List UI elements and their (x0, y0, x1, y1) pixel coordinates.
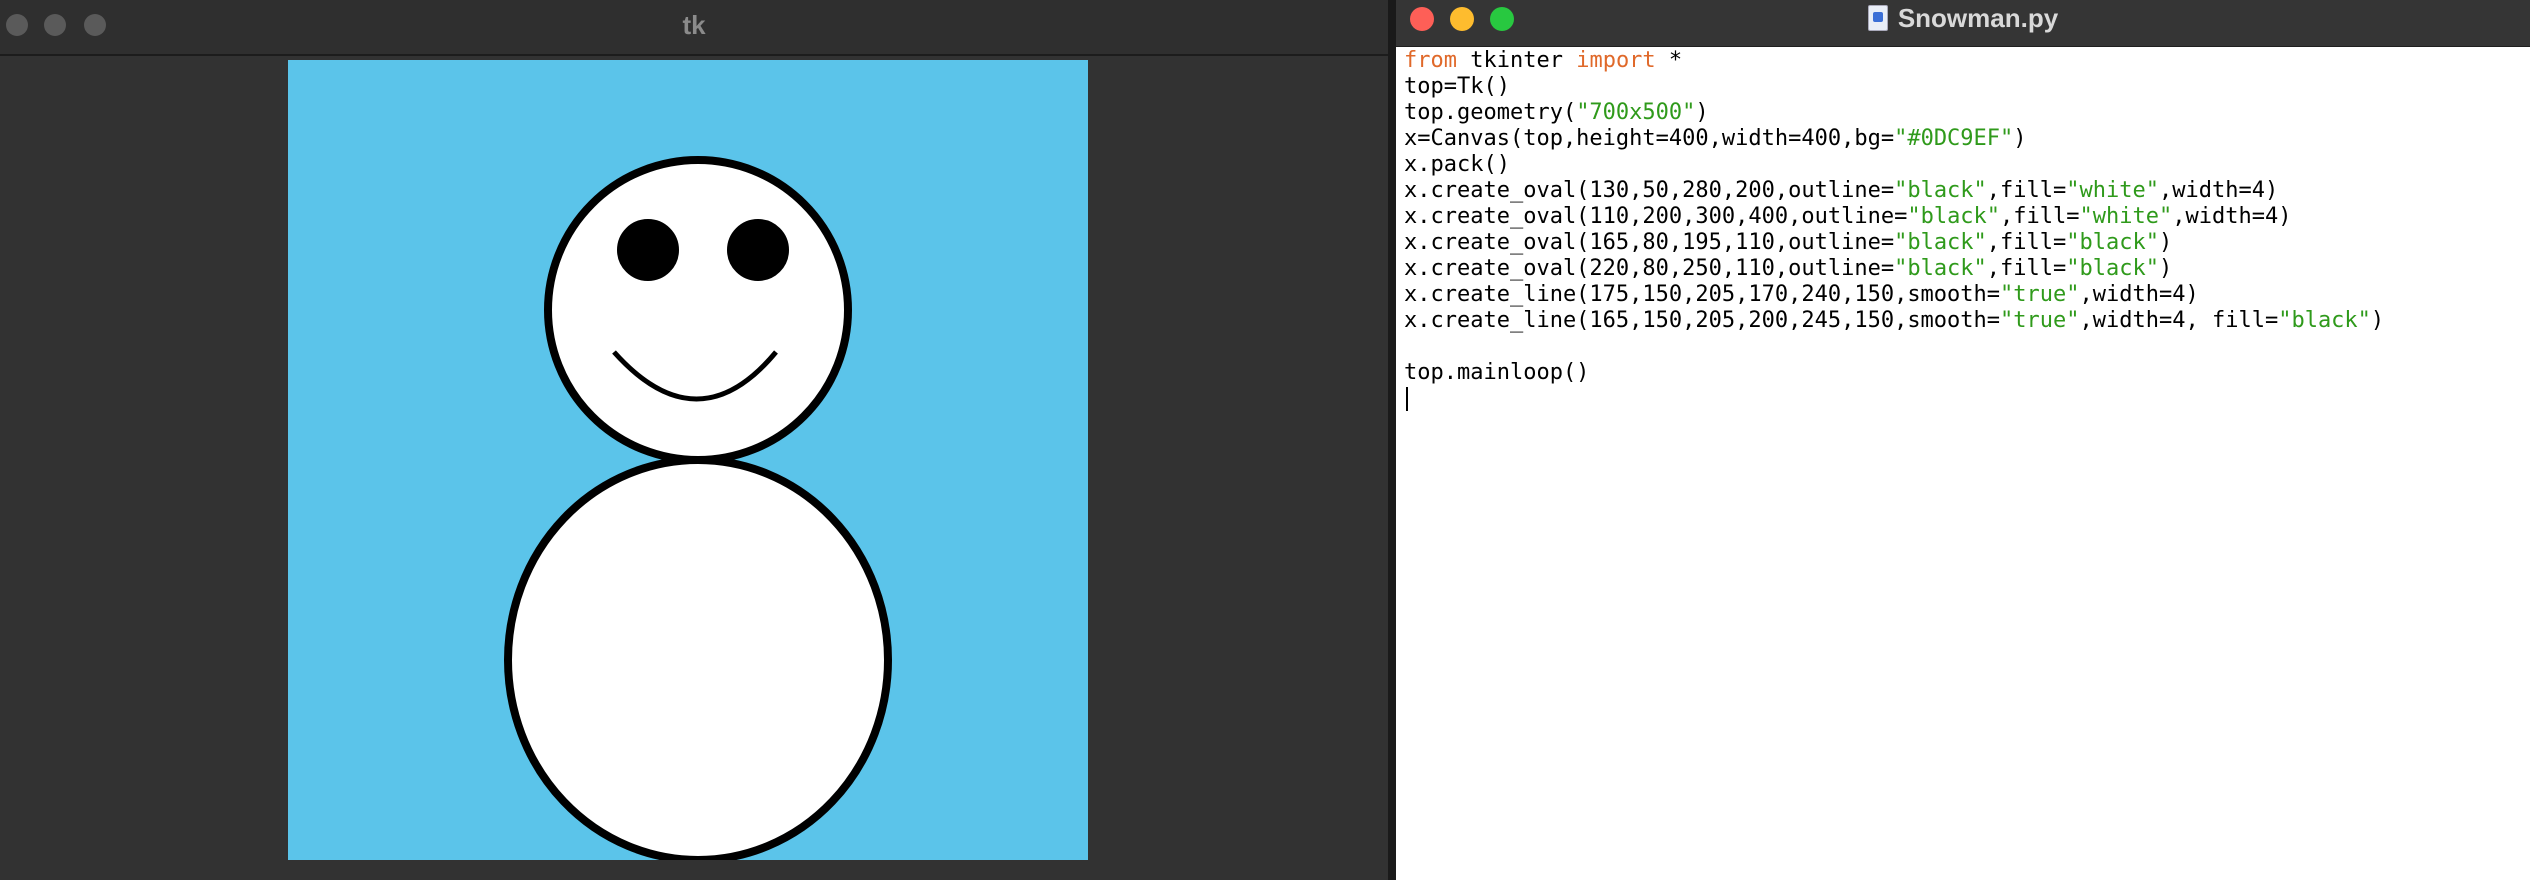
code-text: ,width=4, fill= (2079, 308, 2279, 333)
editor-titlebar[interactable]: Snowman.py (1396, 0, 2530, 47)
code-text: ,fill= (1986, 256, 2067, 281)
code-line[interactable]: top=Tk() (1404, 74, 2524, 100)
code-string: "700x500" (1576, 100, 1696, 125)
cursor-line[interactable] (1404, 386, 2524, 412)
code-line[interactable]: x.pack() (1404, 152, 2524, 178)
code-line[interactable]: x.create_oval(130,50,280,200,outline="bl… (1404, 178, 2524, 204)
code-text: x.create_oval(220,80,250,110,outline= (1404, 256, 1895, 281)
code-text: ) (2013, 126, 2027, 151)
window-gap (1388, 0, 1396, 880)
code-line[interactable]: top.mainloop() (1404, 360, 2524, 386)
code-text: ) (2159, 230, 2173, 255)
code-string: "#0DC9EF" (1894, 126, 2014, 151)
left-eye (617, 219, 679, 281)
code-line[interactable]: x=Canvas(top,height=400,width=400,bg="#0… (1404, 126, 2524, 152)
code-text: ) (1695, 100, 1709, 125)
code-text: ) (2370, 308, 2385, 333)
code-text: x.create_oval(165,80,195,110,outline= (1404, 230, 1895, 255)
code-keyword: import (1576, 48, 1656, 73)
editor-window-title: Snowman.py (1897, 2, 2059, 33)
code-text: x.pack() (1404, 152, 1510, 177)
snowman-body (504, 456, 892, 860)
code-line[interactable]: x.create_line(175,150,205,170,240,150,sm… (1404, 282, 2524, 308)
code-string: "black" (2066, 230, 2159, 255)
code-text: * (1655, 48, 1683, 73)
code-text: ,fill= (2000, 204, 2080, 229)
snowman-head (544, 156, 852, 464)
text-cursor (1406, 387, 1408, 411)
editor-window: Snowman.py from tkinter import * top=Tk()… (1396, 0, 2530, 880)
code-text: ,width=4) (2159, 178, 2279, 203)
code-string: "black" (2278, 308, 2371, 333)
code-text: x.create_oval(110,200,300,400,outline= (1404, 204, 1908, 229)
code-string: "black" (1907, 204, 2001, 229)
code-line[interactable]: x.create_line(165,150,205,200,245,150,sm… (1404, 308, 2524, 334)
code-text: top.geometry( (1404, 100, 1577, 125)
code-text: x.create_line(175,150,205,170,240,150,sm… (1404, 282, 2001, 307)
code-line[interactable]: x.create_oval(165,80,195,110,outline="bl… (1404, 230, 2524, 256)
right-eye (727, 219, 789, 281)
code-text: ) (2159, 256, 2173, 281)
tk-window-title: tk (682, 10, 706, 40)
code-editor[interactable]: from tkinter import * top=Tk() top.geometr… (1404, 48, 2524, 868)
tk-window: tk (0, 0, 1388, 880)
code-line[interactable]: from tkinter import * (1404, 48, 2524, 74)
code-line[interactable]: x.create_oval(110,200,300,400,outline="b… (1404, 204, 2524, 230)
code-string: "black" (1894, 256, 1987, 281)
tk-titlebar[interactable]: tk (0, 0, 1388, 56)
code-text: ,width=4) (2172, 204, 2292, 229)
python-file-icon (1867, 5, 1888, 31)
code-text: x.create_oval(130,50,280,200,outline= (1404, 178, 1895, 203)
code-string: "true" (2000, 282, 2080, 307)
code-text: top.mainloop() (1404, 360, 1590, 385)
code-text: x.create_line(165,150,205,200,245,150,sm… (1404, 308, 2001, 333)
code-string: "black" (1894, 230, 1987, 255)
code-line[interactable] (1404, 334, 2524, 360)
code-line[interactable]: x.create_oval(220,80,250,110,outline="bl… (1404, 256, 2524, 282)
code-text: ,width=4) (2079, 282, 2199, 307)
editor-title-wrap: Snowman.py (1396, 0, 2530, 36)
code-text: ,fill= (1986, 230, 2067, 255)
code-string: "white" (2079, 204, 2173, 229)
code-string: "black" (1894, 178, 1987, 203)
code-text: ,fill= (1986, 178, 2067, 203)
code-text: tkinter (1456, 48, 1577, 73)
code-keyword: from (1404, 48, 1457, 73)
code-string: "white" (2066, 178, 2159, 203)
code-string: "true" (2000, 308, 2080, 333)
code-text: top=Tk() (1404, 74, 1510, 99)
code-string: "black" (2066, 256, 2159, 281)
code-text: x=Canvas(top,height=400,width=400,bg= (1404, 126, 1895, 151)
snowman-canvas[interactable] (288, 60, 1088, 860)
code-line[interactable]: top.geometry("700x500") (1404, 100, 2524, 126)
